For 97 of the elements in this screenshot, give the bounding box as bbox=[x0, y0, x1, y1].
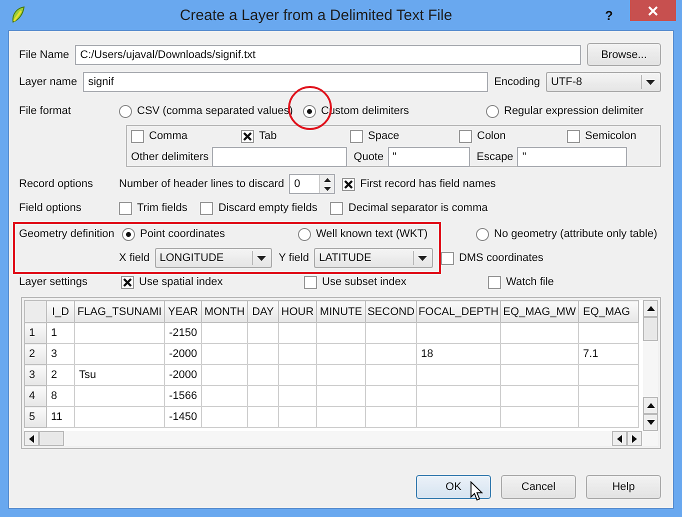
dropdown-arrow-icon bbox=[418, 256, 427, 260]
up-arrow-icon[interactable] bbox=[646, 403, 654, 408]
table-cell: 1 bbox=[51, 327, 58, 339]
checkbox-option[interactable]: Space bbox=[350, 130, 459, 142]
table-cell: -2150 bbox=[169, 327, 198, 339]
field-label: Y field bbox=[278, 252, 309, 264]
row-header[interactable]: 1 bbox=[24, 322, 46, 344]
checkbox-option[interactable]: Use subset index bbox=[304, 276, 488, 288]
dialog-button[interactable]: Help bbox=[586, 475, 661, 499]
quote-field[interactable]: " bbox=[388, 147, 470, 167]
checkbox-option[interactable]: Discard empty fields bbox=[200, 202, 318, 214]
up-arrow-icon[interactable] bbox=[646, 306, 654, 311]
table-cell: -1450 bbox=[169, 411, 198, 423]
horizontal-scrollbar[interactable] bbox=[24, 431, 658, 446]
column-header[interactable]: SECOND bbox=[366, 300, 416, 322]
field-label: File Name bbox=[19, 48, 70, 60]
table-cell: 11 bbox=[51, 411, 62, 423]
row-header[interactable]: 3 bbox=[24, 364, 46, 386]
vertical-scrollbar[interactable] bbox=[643, 300, 658, 431]
field-label: Encoding bbox=[494, 76, 540, 88]
row-header[interactable]: 5 bbox=[24, 406, 46, 428]
other-delimiters-field[interactable] bbox=[212, 147, 347, 167]
field-label: Escape bbox=[476, 151, 514, 163]
checkbox-option[interactable]: Comma bbox=[131, 130, 241, 142]
window-title: Create a Layer from a Delimited Text File bbox=[178, 6, 454, 24]
section-label: Geometry definition bbox=[19, 228, 116, 240]
field-label: Quote bbox=[354, 151, 384, 163]
header-lines-spinbox[interactable]: 0 bbox=[289, 174, 336, 194]
radio-option[interactable]: Point coordinates bbox=[122, 228, 298, 240]
y-field-dropdown[interactable]: LATITUDE bbox=[314, 248, 433, 268]
radio-option[interactable]: Well known text (WKT) bbox=[298, 228, 476, 240]
section-label: Field options bbox=[19, 202, 82, 214]
table-cell: 8 bbox=[51, 390, 58, 402]
row-header[interactable]: 4 bbox=[24, 386, 46, 406]
layer-name-field[interactable]: signif bbox=[83, 72, 488, 92]
column-header[interactable]: EQ_MAG_MW bbox=[500, 300, 578, 322]
column-header[interactable]: I_D bbox=[46, 300, 74, 322]
cross-mark-icon bbox=[243, 132, 252, 140]
row-header[interactable]: 2 bbox=[24, 344, 46, 364]
checkbox-option[interactable]: Watch file bbox=[488, 276, 554, 288]
cross-mark-icon bbox=[123, 278, 132, 286]
up-arrow-icon[interactable] bbox=[324, 178, 331, 182]
x-field-dropdown[interactable]: LONGITUDE bbox=[154, 248, 272, 268]
column-header[interactable]: EQ_MAG bbox=[578, 300, 638, 322]
field-label: Layer name bbox=[19, 76, 78, 88]
section-label: Record options bbox=[19, 178, 94, 190]
checkbox-option[interactable]: DMS coordinates bbox=[440, 252, 544, 264]
scrollbar-thumb[interactable] bbox=[39, 431, 64, 446]
table-cell: -2000 bbox=[169, 369, 198, 381]
section-label: Layer settings bbox=[19, 276, 88, 288]
column-header[interactable]: FLAG_TSUNAMI bbox=[74, 300, 164, 322]
field-label: Other delimiters bbox=[131, 151, 209, 163]
checkbox-option[interactable]: First record has field names bbox=[342, 178, 496, 190]
scrollbar-thumb[interactable] bbox=[643, 317, 658, 341]
browse-button[interactable]: Browse... bbox=[587, 43, 661, 66]
column-header[interactable]: FOCAL_DEPTH bbox=[416, 300, 500, 322]
file-name-field[interactable]: C:/Users/ujaval/Downloads/signif.txt bbox=[75, 44, 581, 64]
checkbox-option[interactable]: Colon bbox=[459, 130, 567, 142]
column-header[interactable]: HOUR bbox=[278, 300, 316, 322]
encoding-dropdown[interactable]: UTF-8 bbox=[546, 72, 661, 92]
table-cell: 3 bbox=[51, 348, 58, 360]
table-cell: Tsu bbox=[79, 369, 96, 381]
radio-option[interactable]: No geometry (attribute only table) bbox=[476, 228, 658, 240]
down-arrow-icon[interactable] bbox=[324, 186, 331, 190]
leaf-icon bbox=[10, 6, 26, 24]
checkbox-option[interactable]: Semicolon bbox=[567, 130, 656, 142]
field-label: Number of header lines to discard bbox=[119, 178, 284, 190]
dropdown-arrow-icon bbox=[646, 80, 655, 84]
dialog-button[interactable]: OK bbox=[416, 475, 491, 499]
left-arrow-icon[interactable] bbox=[617, 434, 622, 442]
escape-field[interactable]: " bbox=[517, 147, 628, 167]
column-header[interactable]: YEAR bbox=[164, 300, 202, 322]
checkbox-option[interactable]: Tab bbox=[241, 130, 350, 142]
checkbox-option[interactable]: Trim fields bbox=[119, 202, 188, 214]
table-cell: 2 bbox=[51, 369, 58, 381]
close-icon bbox=[648, 6, 658, 16]
table-cell: -1566 bbox=[169, 390, 198, 402]
radio-option[interactable]: Regular expression delimiter bbox=[486, 104, 644, 118]
field-label: X field bbox=[119, 252, 150, 264]
checkbox-option[interactable]: Decimal separator is comma bbox=[330, 202, 488, 214]
dialog-button[interactable]: Cancel bbox=[501, 475, 576, 499]
table-cell: -2000 bbox=[169, 348, 198, 360]
close-button[interactable] bbox=[630, 0, 676, 21]
column-header[interactable]: MONTH bbox=[202, 300, 248, 322]
checkbox-option[interactable]: Use spatial index bbox=[121, 276, 304, 288]
column-header[interactable]: DAY bbox=[248, 300, 278, 322]
left-arrow-icon[interactable] bbox=[29, 434, 34, 442]
down-arrow-icon[interactable] bbox=[646, 420, 654, 425]
cross-mark-icon bbox=[344, 180, 354, 188]
table-cell: 7.1 bbox=[583, 348, 598, 360]
column-header[interactable]: MINUTE bbox=[316, 300, 366, 322]
dropdown-arrow-icon bbox=[256, 256, 266, 260]
table-cell: 18 bbox=[421, 348, 434, 360]
section-label: File format bbox=[19, 105, 72, 117]
help-button[interactable]: ? bbox=[594, 4, 624, 26]
cursor-icon bbox=[470, 481, 483, 501]
right-arrow-icon[interactable] bbox=[632, 434, 637, 442]
